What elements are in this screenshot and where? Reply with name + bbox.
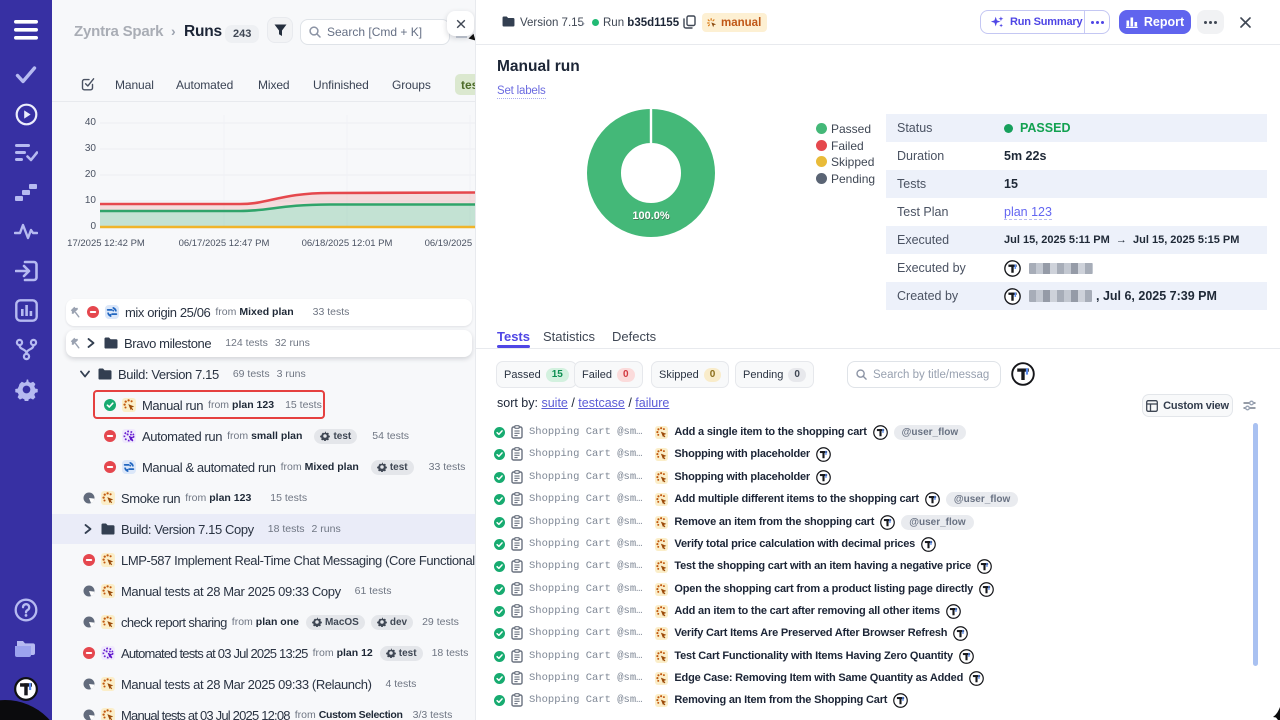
svg-text:100.0%: 100.0%	[632, 210, 670, 222]
